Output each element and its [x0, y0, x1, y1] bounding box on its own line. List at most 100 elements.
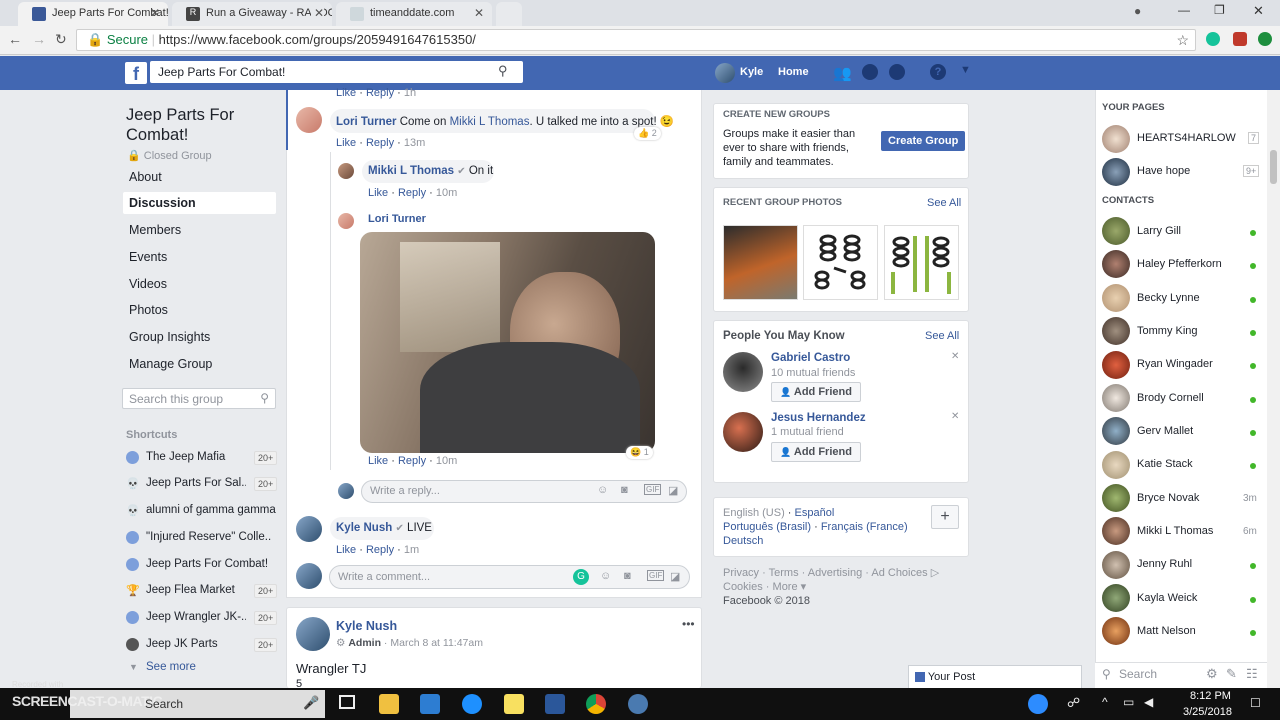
close-tab-icon[interactable]: ✕	[310, 6, 324, 20]
avatar-kyle-nush[interactable]	[296, 516, 322, 542]
footer-privacy-link[interactable]: Privacy	[723, 567, 759, 579]
nav-about[interactable]: About	[129, 170, 162, 184]
facebook-search-input[interactable]: Jeep Parts For Combat! ⚲	[150, 61, 523, 83]
reply-link[interactable]: Reply	[398, 455, 426, 467]
reply-link[interactable]: Reply	[398, 187, 426, 199]
group-chat-icon[interactable]: ☷	[1246, 666, 1258, 682]
camera-icon[interactable]: ◙	[624, 570, 631, 582]
group-photo-springs[interactable]	[803, 225, 878, 300]
reply-author[interactable]: Mikki L Thomas	[368, 165, 454, 177]
help-tray-icon[interactable]	[1028, 694, 1048, 714]
nav-manage-group[interactable]: Manage Group	[129, 357, 212, 371]
chrome-icon[interactable]	[586, 694, 606, 714]
contact-avatar[interactable]	[1102, 484, 1130, 512]
group-title[interactable]: Jeep Parts For Combat!	[126, 105, 276, 145]
nav-members[interactable]: Members	[129, 223, 181, 237]
avatar-kyle-nush[interactable]	[296, 617, 330, 651]
extension-green-icon[interactable]	[1258, 32, 1272, 46]
reply-link[interactable]: Reply	[366, 544, 394, 556]
comment-author[interactable]: Lori Turner	[336, 116, 396, 128]
language-link[interactable]: Français (France)	[821, 521, 908, 533]
contact-avatar[interactable]	[1102, 617, 1130, 645]
avatar-lori-turner[interactable]	[338, 213, 354, 229]
contact-name[interactable]: Bryce Novak	[1137, 492, 1199, 504]
reaction-badge[interactable]: 😆 1	[626, 446, 653, 459]
group-photo-jeep[interactable]	[723, 225, 798, 300]
footer-cookies-link[interactable]: Cookies	[723, 581, 763, 593]
emoji-icon[interactable]: ☺	[597, 484, 608, 496]
grammarly-icon[interactable]	[1206, 32, 1220, 46]
network-icon[interactable]: ▭	[1123, 695, 1134, 709]
user-avatar[interactable]	[715, 63, 735, 83]
footer-advertising-link[interactable]: Advertising	[808, 567, 862, 579]
group-photo-suspension[interactable]	[884, 225, 959, 300]
home-link[interactable]: Home	[778, 66, 809, 78]
nav-events[interactable]: Events	[129, 250, 167, 264]
contact-name[interactable]: Kayla Weick	[1137, 592, 1197, 604]
search-icon[interactable]: ⚲	[498, 63, 508, 79]
post-options-icon[interactable]: •••	[682, 617, 695, 631]
sticky-notes-icon[interactable]	[504, 694, 524, 714]
shortcut-item[interactable]: Jeep JK Parts	[146, 638, 246, 650]
language-link[interactable]: Deutsch	[723, 535, 763, 547]
tab-random-org[interactable]: R Run a Giveaway - RANDOM.ORG ✕	[172, 2, 332, 26]
page-name[interactable]: Have hope	[1137, 165, 1190, 177]
post-date[interactable]: March 8 at 11:47am	[390, 637, 483, 649]
task-view-icon[interactable]	[339, 695, 355, 709]
page-name[interactable]: HEARTS4HARLOW	[1137, 132, 1236, 144]
avatar-gabriel-castro[interactable]	[723, 352, 763, 392]
footer-terms-link[interactable]: Terms	[769, 567, 799, 579]
facebook-logo-icon[interactable]: f	[125, 62, 147, 84]
contact-name[interactable]: Becky Lynne	[1137, 292, 1200, 304]
like-link[interactable]: Like	[368, 455, 388, 467]
screencast-app-icon[interactable]	[628, 694, 648, 714]
contact-avatar[interactable]	[1102, 517, 1130, 545]
contact-avatar[interactable]	[1102, 584, 1130, 612]
messenger-icon[interactable]	[862, 64, 878, 80]
reaction-badge[interactable]: 👍 2	[634, 127, 661, 140]
compose-icon[interactable]: ✎	[1226, 666, 1237, 682]
emoji-icon[interactable]: ☺	[600, 570, 611, 582]
contact-avatar[interactable]	[1102, 384, 1130, 412]
extension-icon[interactable]	[1233, 32, 1247, 46]
add-friend-button[interactable]: 👤 Add Friend	[771, 382, 861, 402]
contact-name[interactable]: Jenny Ruhl	[1137, 558, 1192, 570]
friend-requests-icon[interactable]: 👥	[833, 64, 852, 82]
contact-name[interactable]: Matt Nelson	[1137, 625, 1196, 637]
chat-search-input[interactable]: Search	[1119, 667, 1157, 681]
post-author[interactable]: Kyle Nush	[336, 619, 397, 633]
tab-jeep-parts[interactable]: Jeep Parts For Combat! ✕	[18, 2, 168, 26]
gif-image[interactable]	[360, 232, 655, 453]
shortcut-item[interactable]: alumni of gamma gamma	[146, 504, 276, 516]
mention-link[interactable]: Mikki L Thomas	[450, 116, 530, 128]
contact-name[interactable]: Katie Stack	[1137, 458, 1193, 470]
close-tab-icon[interactable]: ✕	[474, 6, 484, 20]
shortcut-item[interactable]: "Injured Reserve" Colle...	[146, 531, 271, 543]
contact-avatar[interactable]	[1102, 250, 1130, 278]
grammarly-icon[interactable]: G	[573, 569, 589, 585]
reload-icon[interactable]: ↻	[55, 31, 67, 48]
reply-author[interactable]: Lori Turner	[368, 213, 426, 225]
gif-icon[interactable]: GIF	[647, 570, 665, 581]
contact-name[interactable]: Haley Pfefferkorn	[1137, 258, 1222, 270]
close-window-icon[interactable]: ✕	[1253, 3, 1264, 19]
contact-name[interactable]: Mikki L Thomas	[1137, 525, 1213, 537]
contact-avatar[interactable]	[1102, 551, 1130, 579]
language-link[interactable]: Português (Brasil)	[723, 521, 811, 533]
scrollbar-thumb[interactable]	[1270, 150, 1277, 184]
add-friend-button[interactable]: 👤 Add Friend	[771, 442, 861, 462]
like-link[interactable]: Like	[336, 137, 356, 149]
shortcut-item[interactable]: Jeep Flea Market	[146, 584, 246, 596]
sticker-icon[interactable]: ◪	[670, 570, 680, 583]
contact-name[interactable]: Brody Cornell	[1137, 392, 1204, 404]
avatar-jesus-hernandez[interactable]	[723, 412, 763, 452]
contact-avatar[interactable]	[1102, 417, 1130, 445]
minimize-icon[interactable]: —	[1178, 3, 1190, 17]
reply-link[interactable]: Reply	[366, 87, 394, 99]
shortcut-item[interactable]: Jeep Parts For Sal...	[146, 477, 246, 489]
reply-link[interactable]: Reply	[366, 137, 394, 149]
taskbar-search-box[interactable]: Search 🎤	[70, 690, 325, 718]
taskbar-date[interactable]: 3/25/2018	[1183, 706, 1232, 718]
tab-timeanddate[interactable]: timeanddate.com ✕	[336, 2, 492, 26]
contact-name[interactable]: Gerv Mallet	[1137, 425, 1193, 437]
